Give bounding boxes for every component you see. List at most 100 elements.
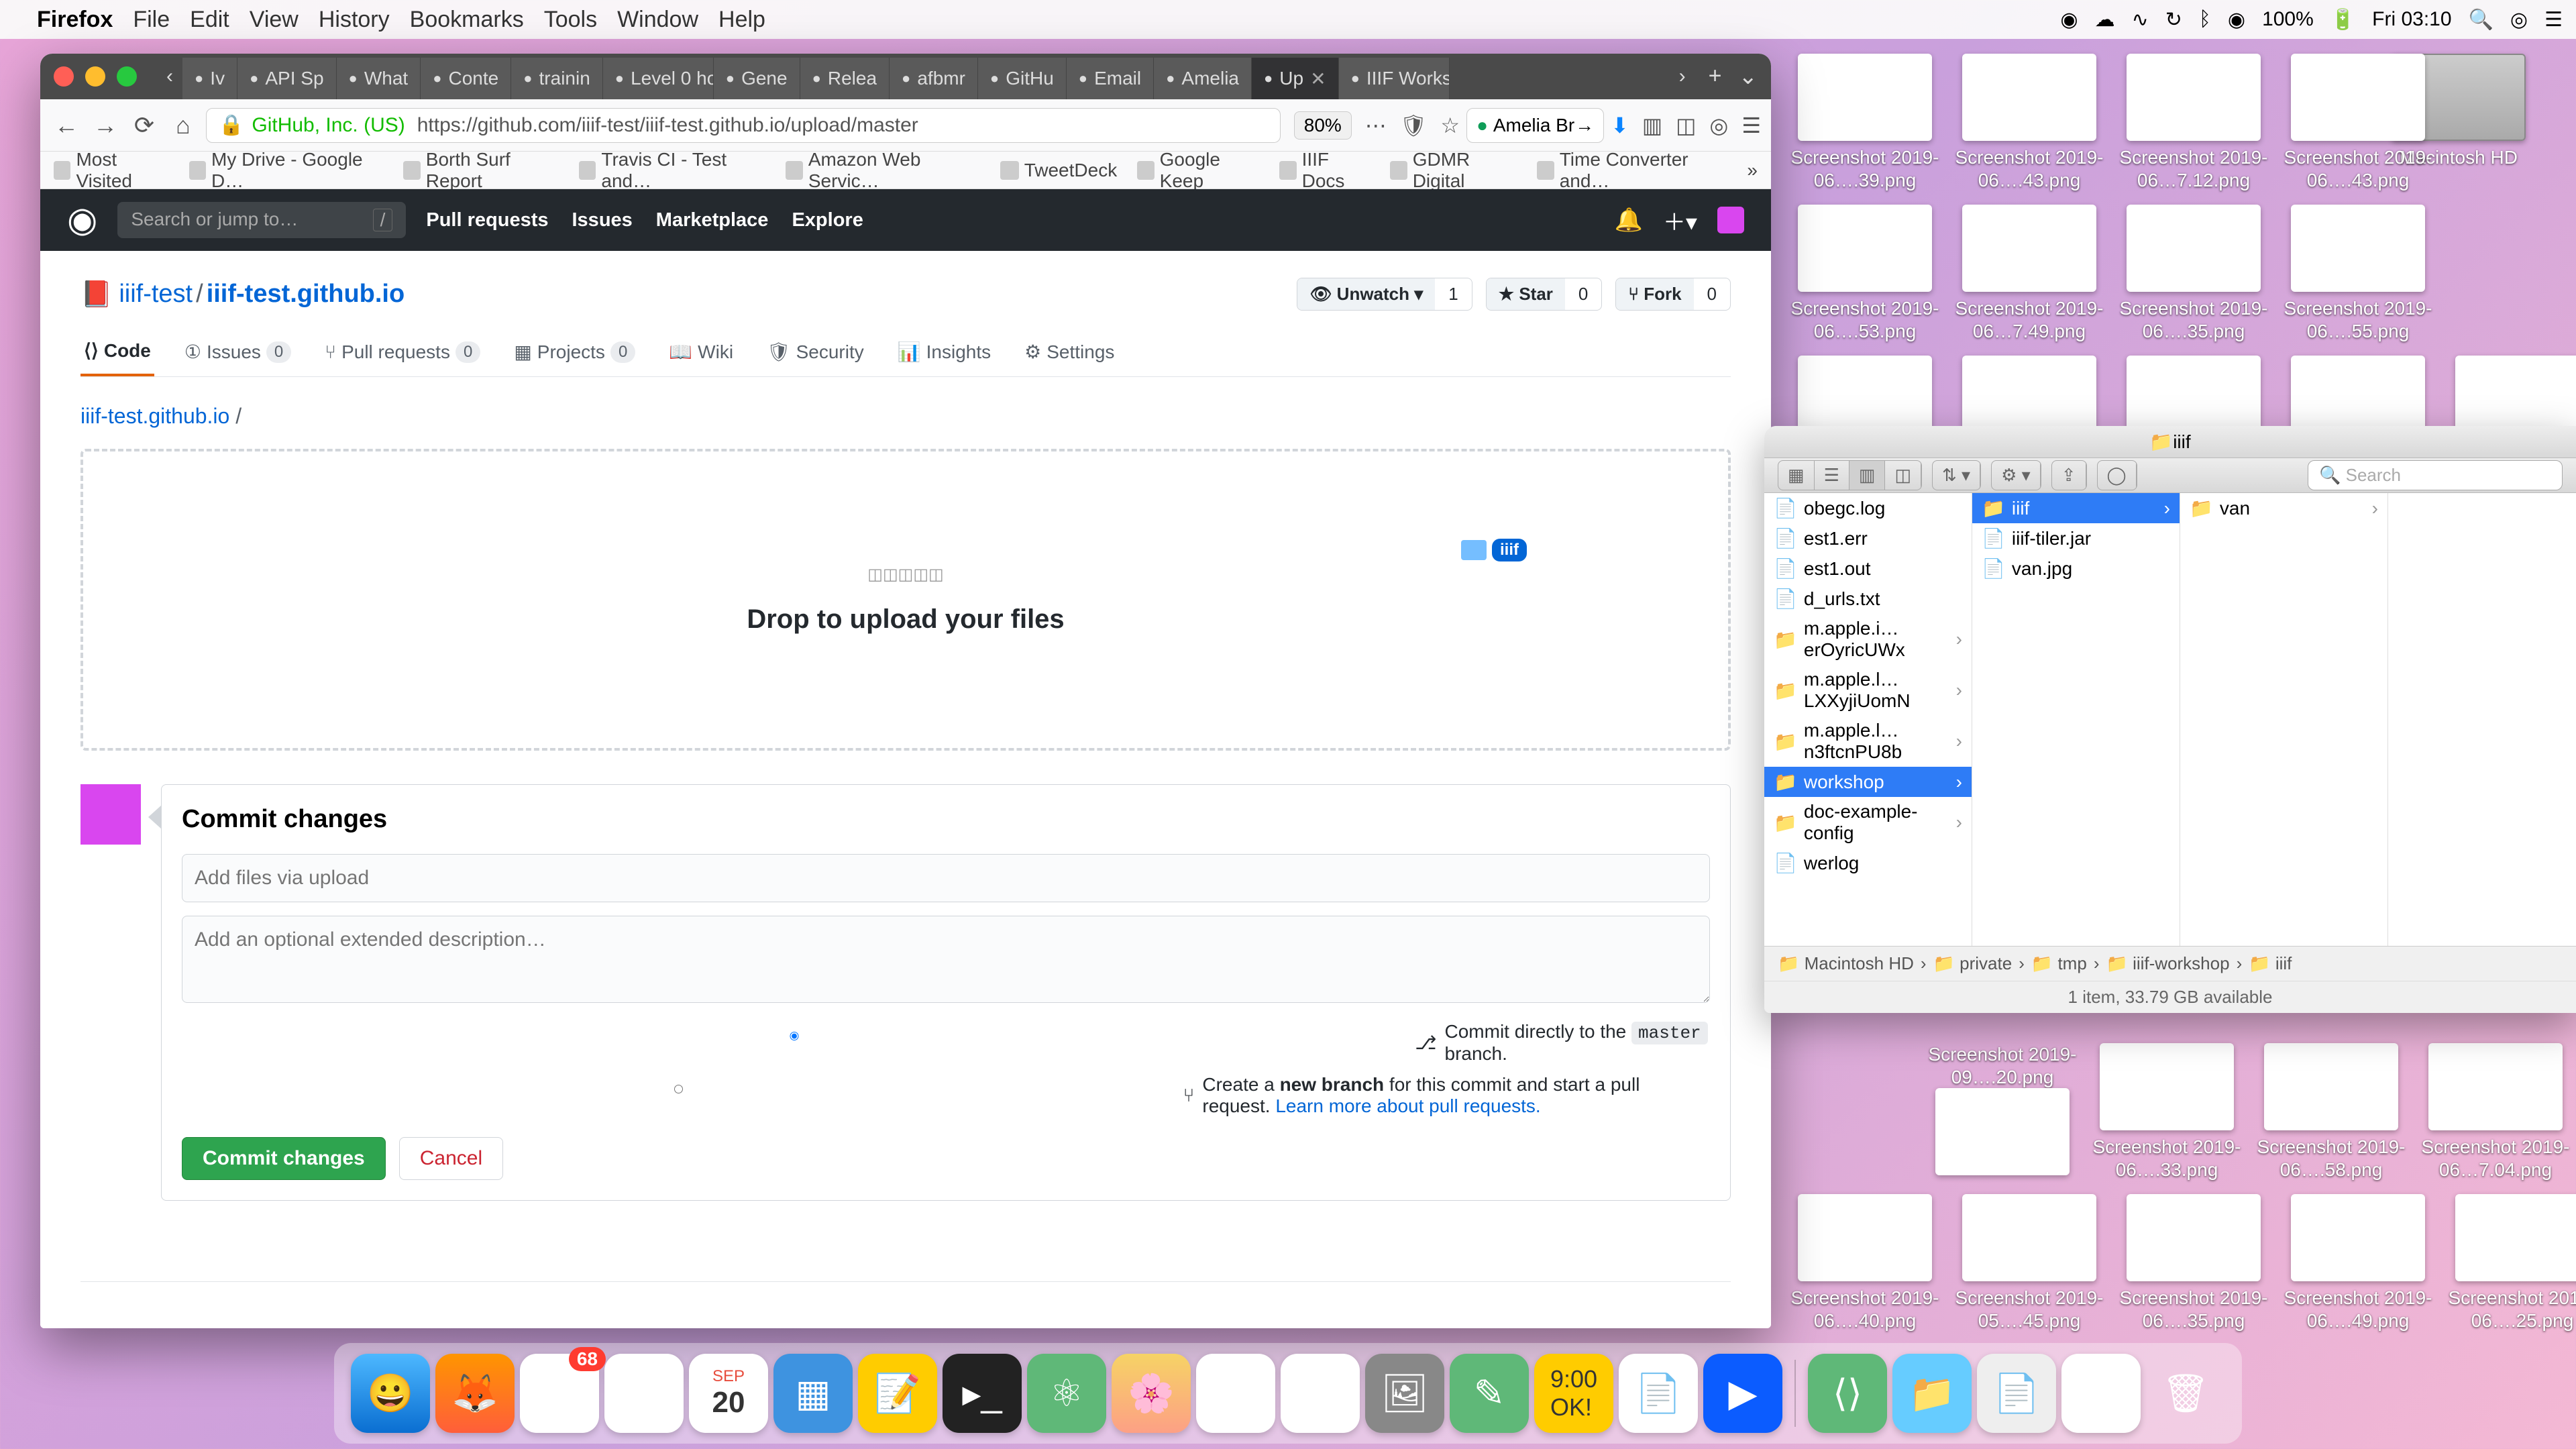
zoom-level[interactable]: 80% (1294, 111, 1352, 140)
gallery-view-button[interactable]: ◫ (1885, 461, 1921, 490)
footer-link[interactable]: Privacy (329, 1328, 386, 1329)
footer-link[interactable]: Blog (1627, 1328, 1662, 1329)
tab-security[interactable]: 🛡 Security (763, 327, 867, 376)
nav-explore[interactable]: Explore (792, 209, 863, 231)
page-actions-icon[interactable]: ⋯ (1365, 113, 1387, 138)
finder-item[interactable]: 📁iiif› (1972, 493, 2180, 523)
browser-tab[interactable]: ●Iv (182, 58, 237, 99)
dock-trello[interactable]: ▦ (773, 1354, 853, 1433)
home-button[interactable]: ⌂ (167, 109, 199, 142)
share-button[interactable]: ⇪ (2052, 461, 2086, 490)
zoom-window-button[interactable] (117, 66, 137, 87)
footer-link[interactable]: Contact GitHub (1270, 1328, 1389, 1329)
desktop-screenshot[interactable]: Screenshot 2019-06….40.png (1788, 1194, 1942, 1332)
desktop-screenshot[interactable]: Screenshot 2019-06….58.png (2254, 1043, 2408, 1181)
clock[interactable]: Fri 03:10 (2372, 8, 2451, 31)
radio-commit-direct[interactable]: ⎇ Commit directly to the master branch. (182, 1021, 1710, 1065)
reader-icon[interactable]: 🛡 (1400, 113, 1428, 138)
battery-icon[interactable]: 🔋 (2330, 8, 2355, 32)
cancel-button[interactable]: Cancel (399, 1137, 503, 1180)
star-button[interactable]: ★ Star0 (1486, 278, 1603, 311)
github-mark-icon[interactable]: ◉ (604, 1322, 1270, 1328)
tab-projects[interactable]: ▦ Projects 0 (511, 327, 639, 376)
desktop-screenshot[interactable]: Screenshot 2019-05….45.png (1952, 1194, 2106, 1332)
desktop-screenshot[interactable]: Screenshot 2019-06….39.png (1788, 54, 1942, 191)
dock-folder[interactable]: 📁 (1892, 1354, 1972, 1433)
browser-tab[interactable]: ●API Sp (237, 58, 336, 99)
notifications-icon[interactable]: ☰ (2544, 8, 2563, 32)
desktop-screenshot[interactable]: Screenshot 2019-06….25.png (2445, 1194, 2576, 1332)
browser-tab[interactable]: ●IIIF Works (1339, 58, 1450, 99)
dock-app[interactable]: 9:00OK! (1534, 1354, 1613, 1433)
finder-item[interactable]: 📁van› (2180, 493, 2387, 523)
bookmark-item[interactable]: My Drive - Google D… (189, 149, 384, 192)
dock-trash[interactable]: 🗑 (2146, 1354, 2225, 1433)
finder-item[interactable]: 📄werlog (1764, 848, 1972, 878)
bookmark-item[interactable]: IIIF Docs (1279, 149, 1370, 192)
column-view-button[interactable]: ▥ (1849, 461, 1886, 490)
upload-dropzone[interactable]: ◫◫◫◫◫ Drop to upload your files iiif (80, 449, 1731, 751)
tab-settings[interactable]: ⚙ Settings (1021, 327, 1118, 376)
path-root-link[interactable]: iiif-test.github.io (80, 404, 229, 428)
desktop-screenshot[interactable]: Screenshot 2019-06…7.49.png (1952, 205, 2106, 342)
desktop-screenshot[interactable]: Screenshot 2019-06…7.04.png (2418, 1043, 2573, 1181)
bookmarks-overflow-icon[interactable]: » (1747, 160, 1758, 181)
library-icon[interactable]: ▥ (1642, 113, 1662, 138)
tab-issues[interactable]: ① Issues 0 (181, 327, 294, 376)
browser-tab[interactable]: ●What (337, 58, 421, 99)
desktop-screenshot[interactable]: Screenshot 2019-06….43.png (1952, 54, 2106, 191)
wifi-icon[interactable]: ◉ (2228, 8, 2245, 32)
nav-issues[interactable]: Issues (572, 209, 633, 231)
fork-button[interactable]: ⑂ Fork0 (1615, 278, 1731, 311)
menu-window[interactable]: Window (617, 7, 698, 33)
finder-item[interactable]: 📄est1.out (1764, 553, 1972, 584)
tags-button[interactable]: ◯ (2098, 461, 2137, 490)
finder-item[interactable]: 📁workshop› (1764, 767, 1972, 797)
desktop-screenshot[interactable]: Screenshot 2019-09….20.png (1925, 1043, 2080, 1181)
footer-link[interactable]: Status (496, 1328, 545, 1329)
finder-item[interactable]: 📄van.jpg (1972, 553, 2180, 584)
browser-tab[interactable]: ●GitHu (978, 58, 1067, 99)
browser-tab[interactable]: ●Up✕ (1252, 58, 1339, 99)
footer-link[interactable]: API (1489, 1328, 1517, 1329)
dock-terminal[interactable]: ▸_ (943, 1354, 1022, 1433)
address-bar[interactable]: 🔒 GitHub, Inc. (US) https://github.com/i… (206, 108, 1281, 143)
bluetooth-icon[interactable]: ᛒ (2199, 8, 2211, 31)
path-segment[interactable]: 📁 private (1933, 953, 2012, 974)
notifications-bell-icon[interactable]: 🔔 (1615, 207, 1643, 233)
reload-button[interactable]: ⟳ (128, 109, 160, 142)
siri-icon[interactable]: ◎ (2510, 8, 2528, 32)
dock-mail[interactable]: ✉ (520, 1354, 599, 1433)
repo-owner-link[interactable]: iiif-test (119, 280, 193, 309)
browser-tab[interactable]: ●trainin (511, 58, 603, 99)
tab-scroll-right[interactable]: › (1670, 65, 1695, 88)
desktop-screenshot[interactable]: Screenshot 2019-06….35.png (2116, 205, 2271, 342)
finder-item[interactable]: 📄obegc.log (1764, 493, 1972, 523)
dock-doc[interactable]: ⊞ (2061, 1354, 2141, 1433)
dock-app[interactable]: ✎ (1450, 1354, 1529, 1433)
bookmark-star-icon[interactable]: ☆ (1440, 113, 1460, 138)
tab-wiki[interactable]: 📖 Wiki (665, 327, 737, 376)
list-view-button[interactable]: ☰ (1815, 461, 1849, 490)
back-button[interactable]: ← (50, 109, 83, 142)
browser-tab[interactable]: ●Email (1067, 58, 1154, 99)
watch-button[interactable]: 👁 Unwatch ▾1 (1297, 278, 1472, 311)
path-segment[interactable]: 📁 tmp (2031, 953, 2087, 974)
menu-edit[interactable]: Edit (190, 7, 229, 33)
desktop-screenshot[interactable]: Screenshot 2019-06….35.png (2116, 1194, 2271, 1332)
footer-link[interactable]: Help (568, 1328, 604, 1329)
menu-icon[interactable]: ☰ (1741, 113, 1761, 138)
desktop-screenshot[interactable]: Screenshot 2019-06….43.png (2281, 54, 2435, 191)
dock-chrome[interactable]: ◉ (1281, 1354, 1360, 1433)
footer-link[interactable]: Training (1541, 1328, 1603, 1329)
spotlight-icon[interactable]: 🔍 (2469, 8, 2493, 32)
github-search[interactable]: Search or jump to… / (117, 202, 406, 238)
dock-slack[interactable]: ⌗ (604, 1354, 684, 1433)
finder-search[interactable]: 🔍 Search (2308, 460, 2563, 490)
dock-firefox[interactable]: 🦊 (435, 1354, 515, 1433)
browser-tab[interactable]: ●afbmr (890, 58, 978, 99)
status-icon[interactable]: ∿ (2132, 8, 2149, 32)
bookmark-item[interactable]: Travis CI - Test and… (579, 149, 765, 192)
tab-pull-requests[interactable]: ⑂ Pull requests 0 (321, 327, 484, 376)
bookmark-item[interactable]: Borth Surf Report (403, 149, 559, 192)
